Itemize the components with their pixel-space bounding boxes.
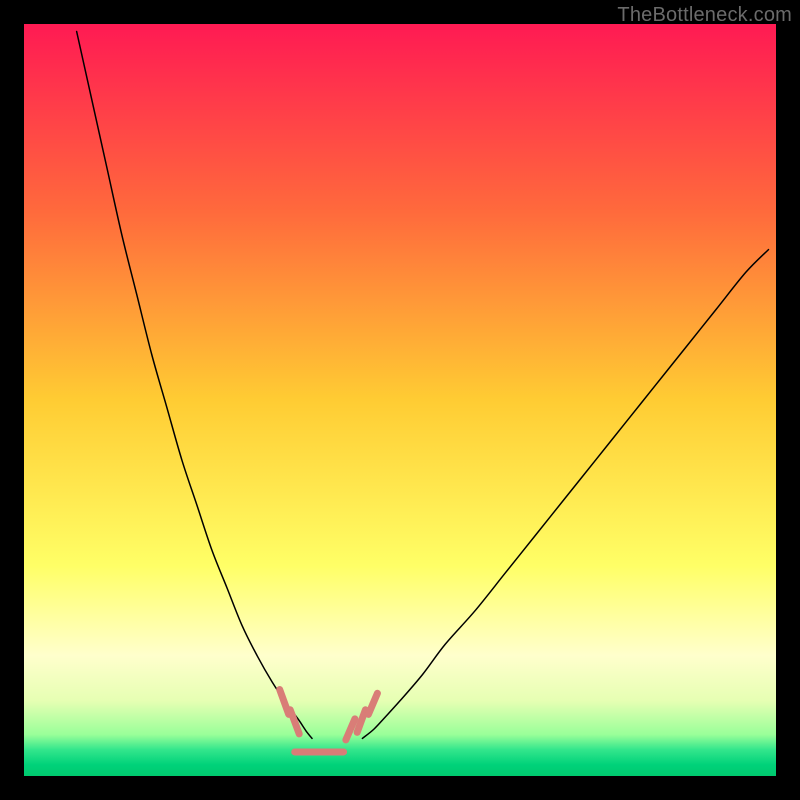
watermark-text: TheBottleneck.com (617, 4, 792, 27)
chart-svg (24, 24, 776, 776)
chart-frame (24, 24, 776, 776)
chart-background (24, 24, 776, 776)
